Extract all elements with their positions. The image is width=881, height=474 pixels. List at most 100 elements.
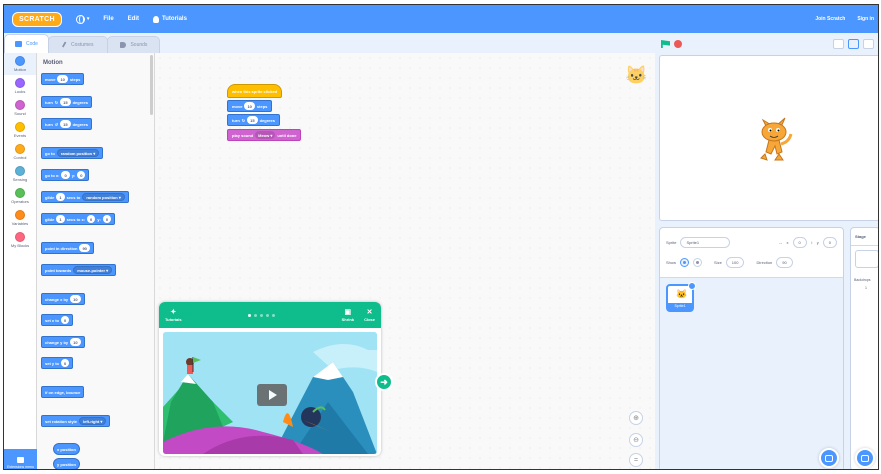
green-flag-icon[interactable]: [661, 40, 670, 48]
scratch-logo[interactable]: SCRATCH: [12, 11, 62, 27]
zoom-reset-button[interactable]: =: [629, 453, 643, 467]
category-variables[interactable]: Variables: [4, 207, 36, 229]
turn-right-block[interactable]: turn ↻ 15 degrees: [41, 96, 92, 108]
shrink-button[interactable]: ▣ Shrink: [342, 309, 354, 322]
script-move-block[interactable]: move 10 steps: [227, 100, 273, 112]
stage-target-pane[interactable]: Stage Backdrops 1: [850, 227, 878, 469]
rotation-style-block[interactable]: set rotation style left-right ▾: [41, 415, 111, 427]
category-my-blocks[interactable]: My Blocks: [4, 229, 36, 251]
degrees-input[interactable]: 15: [60, 120, 71, 128]
cat-sprite-icon[interactable]: [755, 114, 795, 164]
direction-input[interactable]: 90: [776, 256, 793, 268]
sound-dropdown[interactable]: Meow ▾: [255, 131, 276, 139]
small-stage-button[interactable]: [833, 39, 844, 49]
glide-block[interactable]: glide 1 secs to random position ▾: [41, 191, 129, 203]
sign-in-link[interactable]: Sign in: [857, 16, 874, 22]
change-y-block[interactable]: change y by 10: [41, 336, 85, 348]
choose-backdrop-button[interactable]: [855, 448, 875, 468]
step-dot[interactable]: [254, 313, 258, 317]
step-dot[interactable]: [248, 313, 252, 317]
point-direction-block[interactable]: point in direction 90: [41, 242, 94, 254]
block-text: when this sprite clicked: [232, 88, 278, 94]
sprite-thumbnail[interactable]: 🐱 Sprite1: [666, 282, 696, 312]
move-steps-block[interactable]: move 10 steps: [41, 73, 85, 85]
show-visible-toggle[interactable]: [680, 257, 690, 267]
stage-canvas[interactable]: [659, 55, 878, 221]
show-hidden-toggle[interactable]: [693, 257, 703, 267]
y-input[interactable]: 0: [77, 171, 86, 179]
category-control[interactable]: Control: [4, 141, 36, 163]
tab-costumes[interactable]: Costumes: [47, 36, 109, 53]
degrees-input[interactable]: 15: [247, 116, 258, 124]
bounce-block[interactable]: if on edge, bounce: [41, 386, 85, 398]
x-input[interactable]: 0: [87, 215, 96, 223]
rotation-style-dropdown[interactable]: left-right ▾: [79, 417, 107, 425]
change-x-input[interactable]: 10: [70, 295, 81, 303]
point-towards-dropdown[interactable]: mouse-pointer ▾: [73, 266, 113, 274]
x-input[interactable]: 0: [61, 171, 70, 179]
stop-icon[interactable]: [674, 40, 682, 48]
play-video-button[interactable]: [257, 384, 287, 406]
large-stage-button[interactable]: [848, 39, 859, 49]
go-to-xy-block[interactable]: go to x: 0 y: 0: [41, 169, 90, 181]
y-position-block[interactable]: y position: [53, 458, 80, 469]
close-button[interactable]: ✕ Close: [364, 309, 375, 322]
choose-sprite-button[interactable]: [819, 448, 839, 468]
x-input[interactable]: 0: [792, 236, 807, 248]
category-operators[interactable]: Operators: [4, 185, 36, 207]
sprite-name-input[interactable]: Sprite1: [680, 236, 731, 248]
file-menu[interactable]: File: [103, 16, 113, 22]
script-turn-block[interactable]: turn ↻ 15 degrees: [227, 114, 280, 126]
category-sensing[interactable]: Sensing: [4, 163, 36, 185]
extensions-button[interactable]: Extensions menu: [4, 449, 37, 469]
degrees-input[interactable]: 15: [60, 98, 71, 106]
tab-sounds[interactable]: Sounds: [107, 36, 161, 53]
edit-menu[interactable]: Edit: [128, 16, 139, 22]
category-events[interactable]: Events: [4, 119, 36, 141]
category-looks[interactable]: Looks: [4, 75, 36, 97]
set-x-block[interactable]: set x to 0: [41, 314, 74, 326]
y-input[interactable]: 0: [822, 236, 837, 248]
step-dot[interactable]: [266, 313, 270, 317]
glide-xy-block[interactable]: glide 1 secs to x: 0 y: 0: [41, 213, 116, 225]
tutorial-video[interactable]: [163, 332, 377, 454]
join-scratch-link[interactable]: Join Scratch: [815, 16, 845, 22]
fullscreen-button[interactable]: [863, 39, 874, 49]
language-menu[interactable]: ▾: [75, 14, 89, 24]
palette-scrollbar[interactable]: [150, 55, 153, 115]
direction-input[interactable]: 90: [79, 244, 90, 252]
step-dot[interactable]: [272, 313, 276, 317]
change-x-block[interactable]: change x by 10: [41, 293, 85, 305]
set-y-block[interactable]: set y to 0: [41, 357, 74, 369]
turn-left-block[interactable]: turn ↺ 15 degrees: [41, 118, 92, 130]
tutorials-button[interactable]: ✦ Tutorials: [165, 309, 182, 322]
size-input[interactable]: 100: [725, 256, 745, 268]
x-position-block[interactable]: x position: [53, 443, 80, 455]
set-x-input[interactable]: 0: [61, 316, 70, 324]
backdrop-thumbnail[interactable]: [855, 250, 878, 268]
secs-input[interactable]: 1: [56, 193, 65, 201]
go-to-block[interactable]: go to random position ▾: [41, 147, 104, 159]
steps-input[interactable]: 10: [244, 102, 255, 110]
set-y-input[interactable]: 0: [61, 359, 70, 367]
steps-input[interactable]: 10: [57, 75, 68, 83]
speaker-icon: [120, 42, 127, 48]
when-sprite-clicked-block[interactable]: when this sprite clicked: [227, 84, 283, 98]
script-play-sound-block[interactable]: play sound Meow ▾ until done: [227, 129, 302, 141]
y-input[interactable]: 0: [102, 215, 112, 223]
point-towards-block[interactable]: point towards mouse-pointer ▾: [41, 264, 117, 276]
go-to-dropdown[interactable]: random position ▾: [56, 149, 100, 157]
category-sound[interactable]: Sound: [4, 97, 36, 119]
secs-input[interactable]: 1: [56, 215, 65, 223]
change-y-input[interactable]: 10: [70, 338, 81, 346]
tab-code[interactable]: Code: [4, 34, 49, 53]
step-dot[interactable]: [260, 313, 264, 317]
glide-dropdown[interactable]: random position ▾: [82, 193, 125, 201]
next-step-button[interactable]: ➜: [375, 373, 393, 391]
category-motion[interactable]: Motion: [4, 53, 36, 75]
sprite-pane: Sprite Sprite1 ↔ x 0 ↕ y 0 Show Size 100…: [659, 227, 844, 469]
zoom-out-button[interactable]: ⊖: [629, 433, 643, 447]
zoom-in-button[interactable]: ⊕: [629, 411, 643, 425]
delete-sprite-icon[interactable]: [688, 282, 696, 290]
tutorials-menu[interactable]: Tutorials: [153, 15, 187, 23]
